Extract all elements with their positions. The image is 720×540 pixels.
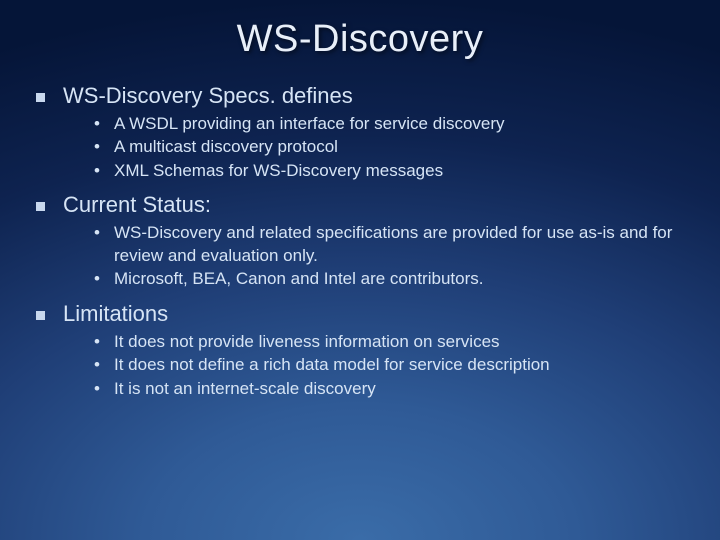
section-heading-text: Current Status:	[63, 192, 211, 218]
list-item: WS-Discovery and related specifications …	[94, 222, 690, 267]
section-status: Current Status: WS-Discovery and related…	[30, 192, 690, 290]
square-bullet-icon	[36, 202, 45, 211]
list-item: Microsoft, BEA, Canon and Intel are cont…	[94, 268, 690, 290]
square-bullet-icon	[36, 311, 45, 320]
list-item: It does not define a rich data model for…	[94, 354, 690, 376]
section-heading-text: WS-Discovery Specs. defines	[63, 83, 353, 109]
list-item: XML Schemas for WS-Discovery messages	[94, 160, 690, 182]
section-heading-text: Limitations	[63, 301, 168, 327]
sub-list: WS-Discovery and related specifications …	[94, 222, 690, 290]
list-item: It is not an internet-scale discovery	[94, 378, 690, 400]
slide-title: WS-Discovery	[30, 18, 690, 61]
section-limitations: Limitations It does not provide liveness…	[30, 301, 690, 400]
section-head: Limitations	[36, 301, 690, 327]
slide: WS-Discovery WS-Discovery Specs. defines…	[0, 0, 720, 540]
sub-list: It does not provide liveness information…	[94, 331, 690, 400]
list-item: A multicast discovery protocol	[94, 136, 690, 158]
section-head: WS-Discovery Specs. defines	[36, 83, 690, 109]
section-head: Current Status:	[36, 192, 690, 218]
square-bullet-icon	[36, 93, 45, 102]
sub-list: A WSDL providing an interface for servic…	[94, 113, 690, 182]
list-item: A WSDL providing an interface for servic…	[94, 113, 690, 135]
list-item: It does not provide liveness information…	[94, 331, 690, 353]
section-specs: WS-Discovery Specs. defines A WSDL provi…	[30, 83, 690, 182]
